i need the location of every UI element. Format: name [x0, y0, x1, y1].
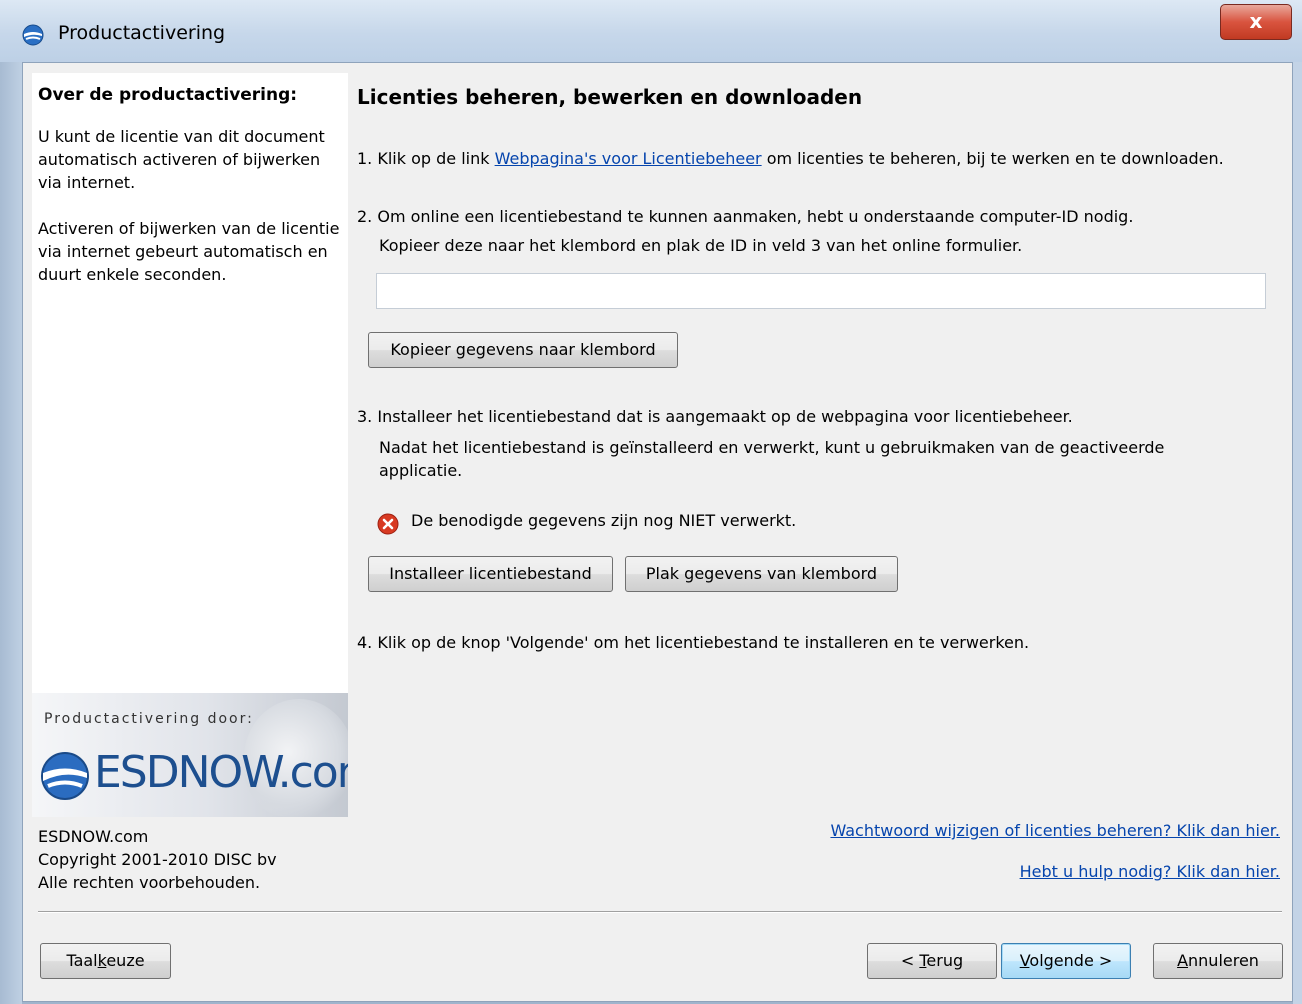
back-button-label-2: erug: [926, 951, 964, 970]
status-message: De benodigde gegevens zijn nog NIET verw…: [411, 511, 797, 530]
footer-divider: [38, 911, 1282, 913]
window-title: Productactivering: [58, 22, 226, 44]
step-2-line-2: Kopieer deze naar het klembord en plak d…: [379, 236, 1023, 255]
cancel-button-accelerator: A: [1177, 951, 1189, 970]
sidebar-paragraph-2: Activeren of bijwerken van de licentie v…: [38, 219, 340, 284]
esdnow-globe-icon: [22, 24, 44, 46]
language-button-label-1: Taal: [66, 951, 98, 970]
page-title: Licenties beheren, bewerken en downloade…: [357, 85, 863, 109]
info-sidebar: Over de productactivering: U kunt de lic…: [32, 73, 348, 817]
next-button-accelerator: V: [1019, 951, 1030, 970]
step-1-suffix: om licenties te beheren, bij te werken e…: [761, 149, 1224, 168]
dialog-client-area: Over de productactivering: U kunt de lic…: [22, 62, 1293, 1002]
back-button-label-1: <: [900, 951, 920, 970]
cancel-button[interactable]: Annuleren: [1153, 943, 1283, 979]
step-1: 1. Klik op de link Webpagina's voor Lice…: [357, 147, 1224, 170]
change-password-link[interactable]: Wachtwoord wijzigen of licenties beheren…: [830, 821, 1280, 840]
sidebar-paragraph-1: U kunt de licentie van dit document auto…: [38, 127, 325, 192]
language-button[interactable]: Taalkeuze: [40, 943, 171, 979]
computer-id-field[interactable]: [376, 273, 1266, 309]
step-3-line-1: 3. Installeer het licentiebestand dat is…: [357, 407, 1073, 426]
language-button-label-2: euze: [106, 951, 145, 970]
paste-from-clipboard-button[interactable]: Plak gegevens van klembord: [625, 556, 898, 592]
close-icon: x: [1249, 9, 1263, 33]
logo-caption: Productactivering door:: [44, 711, 254, 727]
esdnow-globe-icon: [41, 752, 89, 800]
back-button[interactable]: < Terug: [867, 943, 997, 979]
copyright-line-years: Copyright 2001-2010 DISC bv: [38, 850, 277, 869]
help-link[interactable]: Hebt u hulp nodig? Klik dan hier.: [1020, 862, 1280, 881]
next-button[interactable]: Volgende >: [1001, 943, 1131, 979]
copyright-line-rights: Alle rechten voorbehouden.: [38, 873, 261, 892]
window-frame-left: [0, 62, 22, 1004]
error-icon: [377, 513, 399, 535]
title-bar: Productactivering x: [0, 0, 1302, 62]
next-button-label-2: olgende >: [1029, 951, 1113, 970]
step-3-line-3: applicatie.: [379, 461, 463, 480]
window-frame-right: [1293, 62, 1302, 1004]
step-1-prefix: 1. Klik op de link: [357, 149, 495, 168]
copyright-line-company: ESDNOW.com: [38, 827, 149, 846]
copyright-block: ESDNOW.com Copyright 2001-2010 DISC bv A…: [38, 825, 277, 894]
step-3-line-2: Nadat het licentiebestand is geïnstallee…: [379, 438, 1165, 457]
esdnow-logo: Productactivering door: ESDNOW.com: [32, 693, 348, 817]
activation-dialog: Productactivering x Over de productactiv…: [0, 0, 1302, 1004]
cancel-button-label-2: nnuleren: [1188, 951, 1259, 970]
logo-wordmark: ESDNOW.com: [94, 747, 348, 798]
install-license-button[interactable]: Installeer licentiebestand: [368, 556, 613, 592]
step-4: 4. Klik op de knop 'Volgende' om het lic…: [357, 633, 1030, 652]
copy-to-clipboard-button[interactable]: Kopieer gegevens naar klembord: [368, 332, 678, 368]
sidebar-heading: Over de productactivering:: [38, 85, 298, 105]
close-button[interactable]: x: [1220, 4, 1292, 40]
license-management-link[interactable]: Webpagina's voor Licentiebeheer: [495, 149, 762, 168]
step-2-line-1: 2. Om online een licentiebestand te kunn…: [357, 207, 1134, 226]
